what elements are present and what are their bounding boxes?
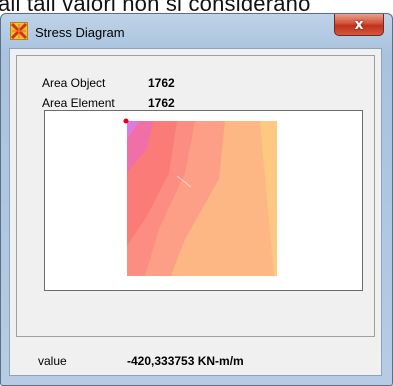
dialog-client-area: Area Object 1762 Area Element 1762 value…: [9, 48, 382, 376]
area-object-label: Area Object: [42, 76, 106, 90]
stress-contour-plot[interactable]: [44, 110, 363, 291]
area-element-label: Area Element: [42, 96, 115, 110]
close-icon: x: [354, 16, 364, 33]
area-object-value: 1762: [148, 76, 175, 90]
app-icon: [10, 22, 28, 40]
area-element-value: 1762: [148, 96, 175, 110]
window-title: Stress Diagram: [35, 25, 125, 40]
value-label: value: [38, 354, 67, 368]
diagram-group-box: Area Object 1762 Area Element 1762: [16, 55, 375, 337]
value-readout: -420,333753 KN-m/m: [127, 354, 244, 368]
stress-diagram-window: Stress Diagram x Area Object 1762 Area E…: [0, 13, 393, 386]
stress-contour-area: [123, 118, 277, 276]
title-bar[interactable]: Stress Diagram x: [1, 14, 392, 48]
selected-point-marker: [123, 118, 129, 124]
close-button[interactable]: x: [334, 14, 384, 36]
